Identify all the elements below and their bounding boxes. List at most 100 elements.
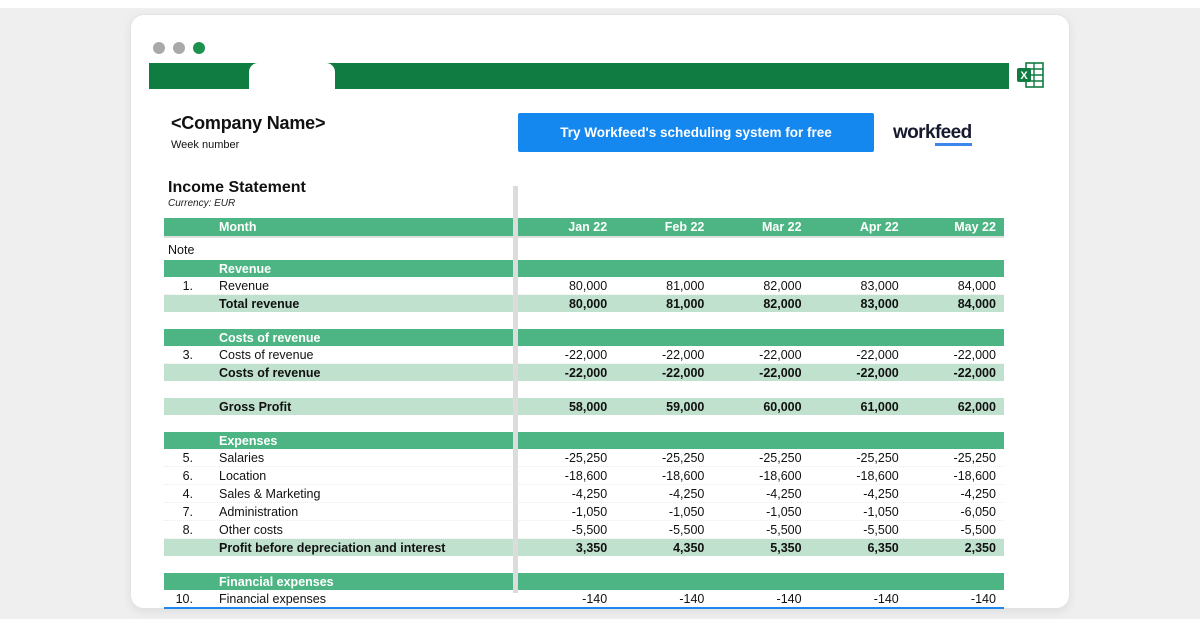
value-cell[interactable]: 58,000 [518,400,615,414]
value-cell[interactable]: -5,500 [615,523,712,537]
value-cell[interactable]: -22,000 [810,366,907,380]
value-cell[interactable]: -22,000 [810,348,907,362]
section-header-label[interactable]: Expenses [164,434,1004,448]
value-cell[interactable]: -22,000 [518,348,615,362]
value-cell[interactable]: -18,600 [712,469,809,483]
value-cell[interactable]: 80,000 [518,279,615,293]
statement-table: MonthJan 22Feb 22Mar 22Apr 22May 22 Note R… [164,218,1004,609]
note-number: 7. [169,505,193,519]
total-label-cell[interactable]: Gross Profit [164,398,518,415]
value-cell[interactable]: -140 [518,592,615,606]
value-cell[interactable]: -4,250 [518,487,615,501]
window-dot-icon[interactable] [173,42,185,54]
item-label-cell[interactable]: 10.Financial expenses [164,590,518,607]
item-label-cell[interactable]: 7.Administration [164,503,518,520]
total-label-cell[interactable]: Total revenue [164,295,518,312]
window-dot-icon[interactable] [193,42,205,54]
value-cell[interactable]: 80,000 [518,297,615,311]
value-cell[interactable]: 82,000 [712,297,809,311]
value-cell[interactable]: 5,350 [712,541,809,555]
value-cell[interactable]: -22,000 [615,348,712,362]
window-dot-icon[interactable] [153,42,165,54]
value-cell[interactable]: -5,500 [907,523,1004,537]
sheet-tab[interactable] [249,63,335,89]
note-number: 1. [169,279,193,293]
value-cell[interactable]: -5,500 [712,523,809,537]
value-cell[interactable]: -4,250 [907,487,1004,501]
value-cell[interactable]: -22,000 [712,348,809,362]
section-row: Financial expenses [164,573,1004,590]
value-cell[interactable]: 60,000 [712,400,809,414]
item-label-cell[interactable]: 5.Salaries [164,449,518,466]
item-label-cell[interactable]: 1.Revenue [164,277,518,294]
value-cell[interactable]: -25,250 [810,451,907,465]
value-cell[interactable]: -18,600 [810,469,907,483]
month-header-cell[interactable]: Mar 22 [712,220,809,234]
value-cell[interactable]: 6,350 [810,541,907,555]
total-label-cell[interactable]: Profit before depreciation and interest [164,539,518,556]
month-header-cell[interactable]: Apr 22 [810,220,907,234]
item-label-cell[interactable]: 4.Sales & Marketing [164,485,518,502]
month-header-cell[interactable]: May 22 [907,220,1004,234]
value-cell[interactable]: 59,000 [615,400,712,414]
workfeed-cta-button[interactable]: Try Workfeed's scheduling system for fre… [518,113,874,152]
value-cell[interactable]: 62,000 [907,400,1004,414]
item-label-cell[interactable]: 8.Other costs [164,521,518,538]
value-cell[interactable]: -25,250 [518,451,615,465]
value-cell[interactable]: 81,000 [615,297,712,311]
value-cell[interactable]: -22,000 [615,366,712,380]
item-label-cell[interactable]: 3.Costs of revenue [164,346,518,363]
value-cell[interactable]: -25,250 [615,451,712,465]
value-cell[interactable]: -140 [907,592,1004,606]
note-number: 8. [169,523,193,537]
value-cell[interactable]: 81,000 [615,279,712,293]
total-row: Gross Profit58,00059,00060,00061,00062,0… [164,398,1004,415]
value-cell[interactable]: 3,350 [518,541,615,555]
row-label: Costs of revenue [219,348,314,362]
value-cell[interactable]: -22,000 [518,366,615,380]
value-cell[interactable]: -18,600 [615,469,712,483]
spacer-row [164,312,1004,329]
value-cell[interactable]: -22,000 [907,366,1004,380]
value-cell[interactable]: 2,350 [907,541,1004,555]
month-header-label[interactable]: Month [164,220,518,234]
value-cell[interactable]: -1,050 [712,505,809,519]
month-header-cell[interactable]: Jan 22 [518,220,615,234]
value-cell[interactable]: 83,000 [810,279,907,293]
value-cell[interactable]: -25,250 [712,451,809,465]
section-header-label[interactable]: Costs of revenue [164,331,1004,345]
value-cell[interactable]: -5,500 [810,523,907,537]
value-cell[interactable]: -140 [712,592,809,606]
section-header-label[interactable]: Revenue [164,262,1004,276]
value-cell[interactable]: -5,500 [518,523,615,537]
value-cell[interactable]: -22,000 [907,348,1004,362]
value-cell[interactable]: 83,000 [810,297,907,311]
value-cell[interactable]: 4,350 [615,541,712,555]
sheet-title: Income Statement [168,179,1004,197]
value-cell[interactable]: -18,600 [518,469,615,483]
value-cell[interactable]: 61,000 [810,400,907,414]
value-cell[interactable]: -1,050 [518,505,615,519]
value-cell[interactable]: 82,000 [712,279,809,293]
value-cell[interactable]: -25,250 [907,451,1004,465]
value-cell[interactable]: -140 [810,592,907,606]
value-cell[interactable]: 84,000 [907,297,1004,311]
month-header-cell[interactable]: Feb 22 [615,220,712,234]
value-cell[interactable]: -6,050 [907,505,1004,519]
value-cell[interactable]: -22,000 [712,366,809,380]
value-cell[interactable]: -1,050 [810,505,907,519]
item-label-cell[interactable]: 6.Location [164,467,518,484]
total-label-cell[interactable]: Costs of revenue [164,364,518,381]
app-window: X <Company Name> Week number Try Workfee… [130,14,1070,609]
row-label: Total revenue [219,297,299,311]
value-cell[interactable]: -140 [615,592,712,606]
section-header-label[interactable]: Financial expenses [164,575,1004,589]
total-row: Total revenue 80,00081,00082,00083,00084,… [164,295,1004,312]
value-cell[interactable]: -1,050 [615,505,712,519]
value-cell[interactable]: -4,250 [615,487,712,501]
value-cell[interactable]: -18,600 [907,469,1004,483]
note-label[interactable]: Note [164,243,518,257]
value-cell[interactable]: -4,250 [712,487,809,501]
value-cell[interactable]: 84,000 [907,279,1004,293]
value-cell[interactable]: -4,250 [810,487,907,501]
